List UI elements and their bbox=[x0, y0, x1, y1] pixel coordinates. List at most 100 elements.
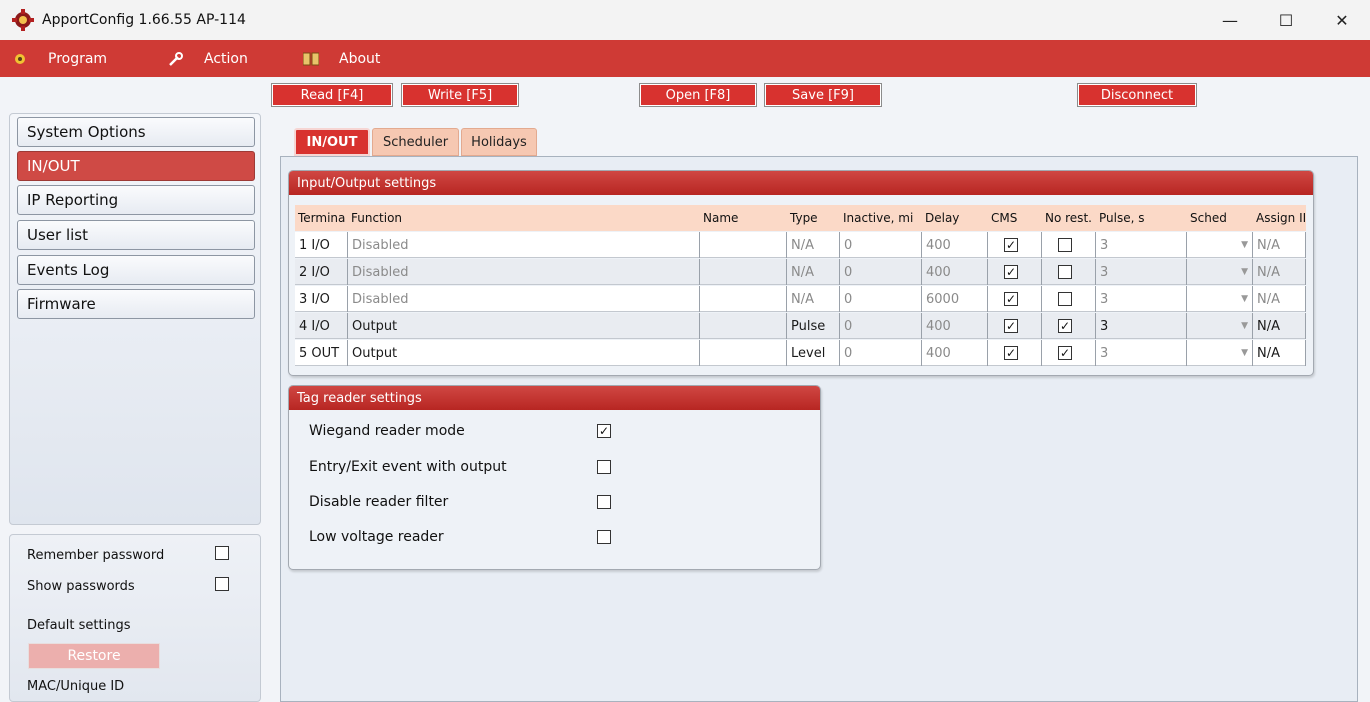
column-header-terminal[interactable]: Termina bbox=[295, 205, 348, 231]
cell-function[interactable]: Disabled bbox=[348, 286, 700, 312]
cell-inactive[interactable]: 0 bbox=[840, 259, 922, 285]
remember-password-checkbox[interactable] bbox=[215, 546, 229, 560]
cell-delay[interactable]: 400 bbox=[922, 340, 988, 366]
table-row[interactable]: 1 I/O Disabled N/A 0 400 ✓ 3 ▼ N/A bbox=[295, 232, 1306, 259]
cell-function[interactable]: Output bbox=[348, 340, 700, 366]
sidebar-item-events-log[interactable]: Events Log bbox=[17, 255, 255, 285]
cell-inactive[interactable]: 0 bbox=[840, 232, 922, 258]
table-row[interactable]: 4 I/O Output Pulse 0 400 ✓ ✓ 3 ▼ N/A bbox=[295, 313, 1306, 340]
no-rest-checkbox[interactable] bbox=[1058, 265, 1072, 279]
cell-sched[interactable]: ▼ bbox=[1187, 232, 1253, 258]
column-header-pulse[interactable]: Pulse, s bbox=[1096, 205, 1187, 231]
cms-checkbox[interactable]: ✓ bbox=[1004, 292, 1018, 306]
cell-name[interactable] bbox=[700, 232, 787, 258]
cell-pulse[interactable]: 3 bbox=[1096, 340, 1187, 366]
cell-pulse[interactable]: 3 bbox=[1096, 313, 1187, 339]
cell-no-rest[interactable] bbox=[1042, 286, 1096, 312]
cell-type[interactable]: N/A bbox=[787, 259, 840, 285]
menu-about[interactable]: About bbox=[291, 40, 411, 77]
cell-cms[interactable]: ✓ bbox=[988, 232, 1042, 258]
low-voltage-reader-checkbox[interactable] bbox=[597, 530, 611, 544]
cell-assign[interactable]: N/A bbox=[1253, 286, 1306, 312]
minimize-button[interactable]: — bbox=[1202, 0, 1258, 40]
cell-no-rest[interactable]: ✓ bbox=[1042, 340, 1096, 366]
column-header-name[interactable]: Name bbox=[700, 205, 787, 231]
cell-inactive[interactable]: 0 bbox=[840, 340, 922, 366]
no-rest-checkbox[interactable]: ✓ bbox=[1058, 346, 1072, 360]
cell-pulse[interactable]: 3 bbox=[1096, 286, 1187, 312]
cms-checkbox[interactable]: ✓ bbox=[1004, 238, 1018, 252]
column-header-type[interactable]: Type bbox=[787, 205, 840, 231]
cell-type[interactable]: Level bbox=[787, 340, 840, 366]
cell-cms[interactable]: ✓ bbox=[988, 286, 1042, 312]
column-header-inactive[interactable]: Inactive, mi bbox=[840, 205, 922, 231]
cell-sched[interactable]: ▼ bbox=[1187, 340, 1253, 366]
disable-reader-filter-checkbox[interactable] bbox=[597, 495, 611, 509]
open-button[interactable]: Open [F8] bbox=[639, 83, 757, 107]
save-button[interactable]: Save [F9] bbox=[764, 83, 882, 107]
cell-pulse[interactable]: 3 bbox=[1096, 259, 1187, 285]
cell-delay[interactable]: 6000 bbox=[922, 286, 988, 312]
sidebar-item-user-list[interactable]: User list bbox=[17, 220, 255, 250]
cell-no-rest[interactable]: ✓ bbox=[1042, 313, 1096, 339]
column-header-assign[interactable]: Assign II bbox=[1253, 205, 1306, 231]
cell-name[interactable] bbox=[700, 313, 787, 339]
column-header-sched[interactable]: Sched bbox=[1187, 205, 1253, 231]
cms-checkbox[interactable]: ✓ bbox=[1004, 265, 1018, 279]
cell-type[interactable]: N/A bbox=[787, 286, 840, 312]
cell-sched[interactable]: ▼ bbox=[1187, 313, 1253, 339]
tab-scheduler[interactable]: Scheduler bbox=[372, 128, 459, 156]
dropdown-arrow-icon[interactable]: ▼ bbox=[1241, 240, 1248, 250]
cell-inactive[interactable]: 0 bbox=[840, 313, 922, 339]
sidebar-item-system-options[interactable]: System Options bbox=[17, 117, 255, 147]
table-row[interactable]: 5 OUT Output Level 0 400 ✓ ✓ 3 ▼ N/A bbox=[295, 340, 1306, 367]
tab-holidays[interactable]: Holidays bbox=[461, 128, 537, 156]
cell-type[interactable]: Pulse bbox=[787, 313, 840, 339]
show-passwords-checkbox[interactable] bbox=[215, 577, 229, 591]
sidebar-item-in-out[interactable]: IN/OUT bbox=[17, 151, 255, 181]
cell-delay[interactable]: 400 bbox=[922, 232, 988, 258]
write-button[interactable]: Write [F5] bbox=[401, 83, 519, 107]
cell-delay[interactable]: 400 bbox=[922, 313, 988, 339]
column-header-no-rest[interactable]: No rest. bbox=[1042, 205, 1096, 231]
restore-button[interactable]: Restore bbox=[28, 643, 160, 669]
close-button[interactable]: ✕ bbox=[1314, 0, 1370, 40]
cell-pulse[interactable]: 3 bbox=[1096, 232, 1187, 258]
cell-cms[interactable]: ✓ bbox=[988, 340, 1042, 366]
cell-function[interactable]: Output bbox=[348, 313, 700, 339]
wiegand-reader-mode-checkbox[interactable]: ✓ bbox=[597, 424, 611, 438]
sidebar-item-firmware[interactable]: Firmware bbox=[17, 289, 255, 319]
table-row[interactable]: 3 I/O Disabled N/A 0 6000 ✓ 3 ▼ N/A bbox=[295, 286, 1306, 313]
cell-sched[interactable]: ▼ bbox=[1187, 286, 1253, 312]
dropdown-arrow-icon[interactable]: ▼ bbox=[1241, 267, 1248, 277]
sidebar-item-ip-reporting[interactable]: IP Reporting bbox=[17, 185, 255, 215]
no-rest-checkbox[interactable]: ✓ bbox=[1058, 319, 1072, 333]
table-row[interactable]: 2 I/O Disabled N/A 0 400 ✓ 3 ▼ N/A bbox=[295, 259, 1306, 286]
cell-inactive[interactable]: 0 bbox=[840, 286, 922, 312]
entry-exit-event-checkbox[interactable] bbox=[597, 460, 611, 474]
cell-assign[interactable]: N/A bbox=[1253, 232, 1306, 258]
maximize-button[interactable]: ☐ bbox=[1258, 0, 1314, 40]
cell-no-rest[interactable] bbox=[1042, 259, 1096, 285]
cell-type[interactable]: N/A bbox=[787, 232, 840, 258]
column-header-function[interactable]: Function bbox=[348, 205, 700, 231]
cell-name[interactable] bbox=[700, 286, 787, 312]
read-button[interactable]: Read [F4] bbox=[271, 83, 393, 107]
no-rest-checkbox[interactable] bbox=[1058, 292, 1072, 306]
cms-checkbox[interactable]: ✓ bbox=[1004, 346, 1018, 360]
column-header-delay[interactable]: Delay bbox=[922, 205, 988, 231]
cell-assign[interactable]: N/A bbox=[1253, 259, 1306, 285]
dropdown-arrow-icon[interactable]: ▼ bbox=[1241, 348, 1248, 358]
menu-action[interactable]: Action bbox=[156, 40, 291, 77]
menu-program[interactable]: Program bbox=[0, 40, 156, 77]
cell-cms[interactable]: ✓ bbox=[988, 313, 1042, 339]
cell-function[interactable]: Disabled bbox=[348, 232, 700, 258]
disconnect-button[interactable]: Disconnect bbox=[1077, 83, 1197, 107]
cell-name[interactable] bbox=[700, 340, 787, 366]
cell-name[interactable] bbox=[700, 259, 787, 285]
cell-assign[interactable]: N/A bbox=[1253, 340, 1306, 366]
cell-assign[interactable]: N/A bbox=[1253, 313, 1306, 339]
cell-sched[interactable]: ▼ bbox=[1187, 259, 1253, 285]
tab-in-out[interactable]: IN/OUT bbox=[294, 128, 370, 156]
dropdown-arrow-icon[interactable]: ▼ bbox=[1241, 321, 1248, 331]
